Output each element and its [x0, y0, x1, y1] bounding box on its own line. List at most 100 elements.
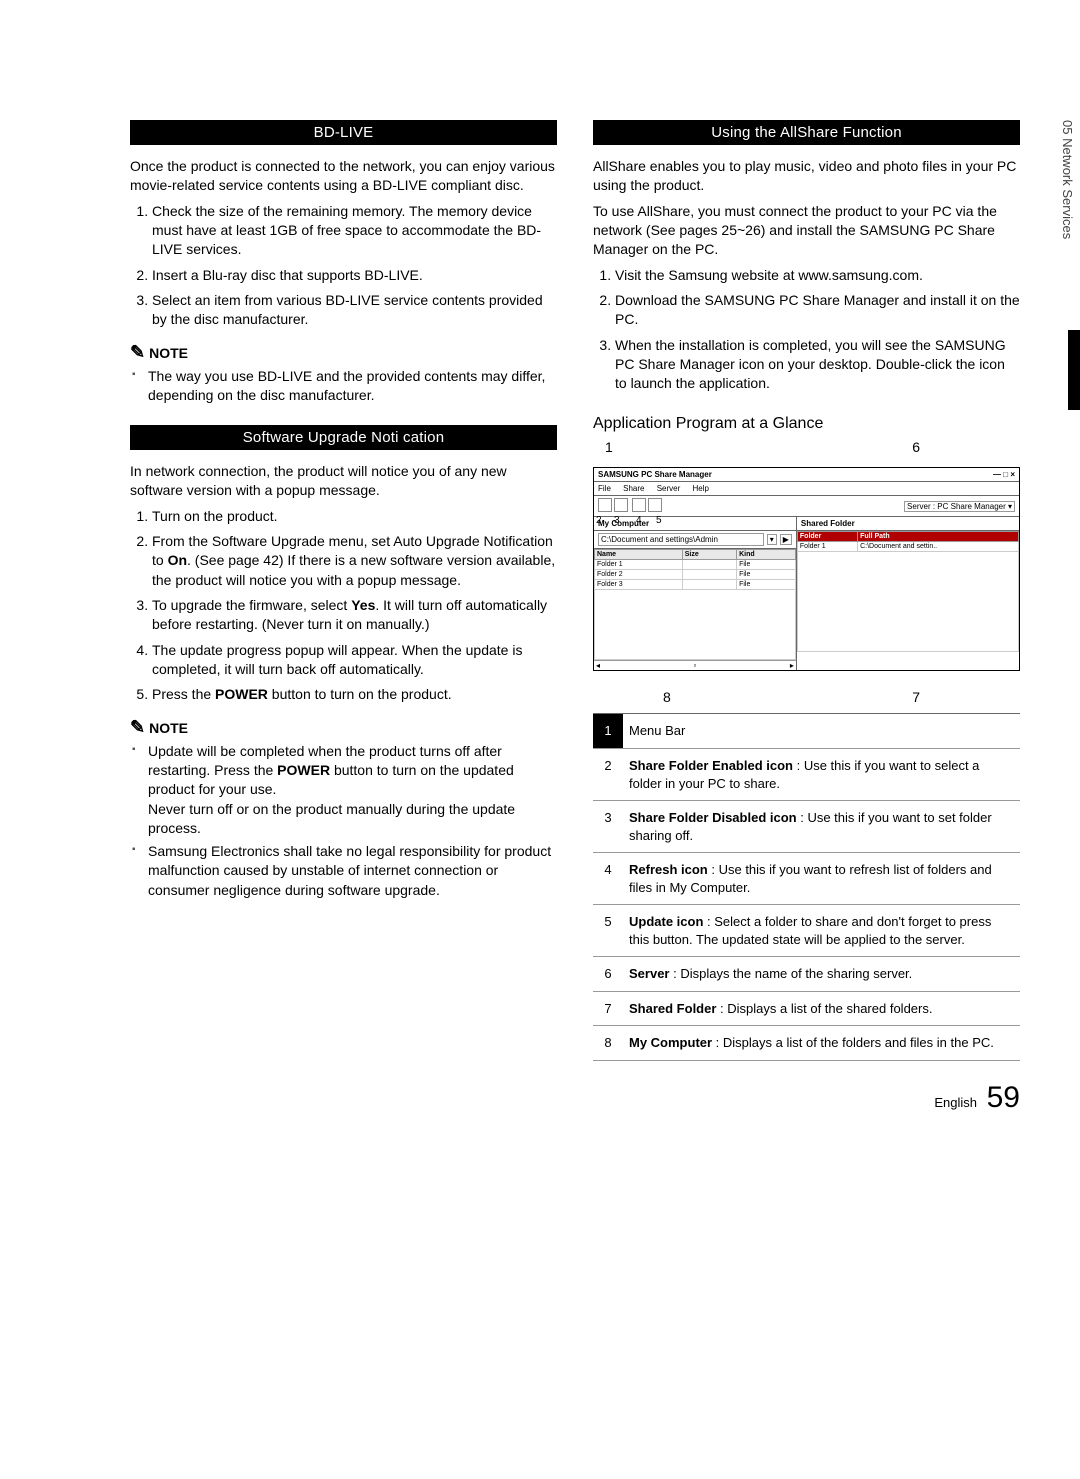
step: Turn on the product. — [152, 507, 557, 526]
desc-num: 3 — [593, 801, 623, 853]
allshare-setup: To use AllShare, you must connect the pr… — [593, 202, 1020, 260]
left-pane-title: My Computer — [594, 517, 796, 531]
software-intro: In network connection, the product will … — [130, 462, 557, 501]
desc-text: Share Folder Enabled icon : Use this if … — [623, 748, 1020, 800]
description-table: 1Menu Bar 2Share Folder Enabled icon : U… — [593, 713, 1020, 1061]
desc-row: 2Share Folder Enabled icon : Use this if… — [593, 748, 1020, 800]
app-window: SAMSUNG PC Share Manager — □ × File Shar… — [593, 467, 1020, 671]
app-diagram-wrap: 1 6 8 7 SAMSUNG PC Share Manager — □ × F… — [593, 441, 1020, 703]
bdlive-steps: Check the size of the remaining memory. … — [130, 202, 557, 330]
app-body: My Computer C:\Document and settings\Adm… — [594, 517, 1019, 670]
desc-num: 5 — [593, 905, 623, 957]
heading-software: Software Upgrade Noti cation — [130, 425, 557, 450]
bold-yes: Yes — [351, 597, 375, 613]
step: Check the size of the remaining memory. … — [152, 202, 557, 260]
col-folder: Folder — [797, 532, 857, 542]
note-heading: ✎NOTE — [130, 717, 557, 738]
callout-6: 6 — [912, 439, 920, 455]
note-list: The way you use BD-LIVE and the provided… — [130, 367, 557, 406]
side-tab: 05 Network Services — [1060, 120, 1075, 239]
app-toolbar: 2 3 4 5 Server : PC Share Manager ▾ — [594, 496, 1019, 517]
path-row: C:\Document and settings\Admin ▾ ▶ — [594, 531, 796, 549]
refresh-icon — [632, 498, 646, 512]
note-heading: ✎NOTE — [130, 342, 557, 363]
window-buttons: — □ × — [993, 470, 1015, 479]
page-footer: English 59 — [130, 1081, 1020, 1115]
menu-share: Share — [623, 484, 644, 493]
callout-8: 8 — [663, 689, 671, 705]
heading-allshare: Using the AllShare Function — [593, 120, 1020, 145]
step: When the installation is completed, you … — [615, 336, 1020, 394]
note-item: Update will be completed when the produc… — [148, 742, 557, 839]
two-column-layout: BD-LIVE Once the product is connected to… — [130, 100, 1020, 1061]
desc-row: 6Server : Displays the name of the shari… — [593, 957, 1020, 992]
desc-num: 2 — [593, 748, 623, 800]
note-icon: ✎ — [130, 342, 145, 362]
right-table: FolderFull Path Folder 1C:\Document and … — [797, 531, 1019, 652]
allshare-steps: Visit the Samsung website at www.samsung… — [593, 266, 1020, 394]
left-column: BD-LIVE Once the product is connected to… — [130, 100, 557, 1061]
callout-7: 7 — [912, 689, 920, 705]
note-icon: ✎ — [130, 717, 145, 737]
footer-lang: English — [934, 1095, 977, 1110]
left-table: NameSizeKind Folder 1File Folder 2File F… — [594, 549, 796, 660]
step: Press the POWER button to turn on the pr… — [152, 685, 557, 704]
desc-text: Refresh icon : Use this if you want to r… — [623, 853, 1020, 905]
step: To upgrade the firmware, select Yes. It … — [152, 596, 557, 635]
step: Select an item from various BD-LIVE serv… — [152, 291, 557, 330]
right-pane: Shared Folder FolderFull Path Folder 1C:… — [797, 517, 1019, 670]
dropdown-icon: ▾ — [767, 534, 777, 545]
sub-3: 3 — [614, 515, 620, 526]
software-steps: Turn on the product. From the Software U… — [130, 507, 557, 705]
server-label: Server : PC Share Manager ▾ — [904, 501, 1015, 512]
callout-1: 1 — [605, 439, 613, 455]
toolbar-icons — [598, 498, 664, 514]
desc-row: 4Refresh icon : Use this if you want to … — [593, 853, 1020, 905]
note-item: The way you use BD-LIVE and the provided… — [148, 367, 557, 406]
scrollbar: ◂▫▸ — [594, 660, 796, 670]
update-icon — [648, 498, 662, 512]
subheading-app: Application Program at a Glance — [593, 415, 1020, 433]
desc-text: Server : Displays the name of the sharin… — [623, 957, 1020, 992]
desc-num: 7 — [593, 991, 623, 1026]
side-black-tab — [1068, 330, 1080, 410]
desc-text: Shared Folder : Displays a list of the s… — [623, 991, 1020, 1026]
right-column: Using the AllShare Function AllShare ena… — [593, 100, 1020, 1061]
desc-text: My Computer : Displays a list of the fol… — [623, 1026, 1020, 1061]
sub-4: 4 — [636, 515, 642, 526]
bold-power: POWER — [277, 762, 330, 778]
app-menubar: File Share Server Help — [594, 482, 1019, 496]
desc-text: Share Folder Disabled icon : Use this if… — [623, 801, 1020, 853]
menu-file: File — [598, 484, 611, 493]
note-label: NOTE — [149, 345, 188, 361]
desc-row: 3Share Folder Disabled icon : Use this i… — [593, 801, 1020, 853]
desc-row: 1Menu Bar — [593, 714, 1020, 749]
col-fullpath: Full Path — [858, 532, 1019, 542]
col-kind: Kind — [737, 550, 796, 560]
right-pane-title: Shared Folder — [797, 517, 1019, 531]
desc-row: 8My Computer : Displays a list of the fo… — [593, 1026, 1020, 1061]
note-label: NOTE — [149, 720, 188, 736]
table-row: Folder 2File — [595, 570, 796, 580]
left-pane: My Computer C:\Document and settings\Adm… — [594, 517, 797, 670]
step: The update progress popup will appear. W… — [152, 641, 557, 680]
bdlive-intro: Once the product is connected to the net… — [130, 157, 557, 196]
desc-text: Update icon : Select a folder to share a… — [623, 905, 1020, 957]
col-size: Size — [682, 550, 736, 560]
desc-num: 1 — [593, 714, 623, 749]
sub-2: 2 — [596, 515, 602, 526]
menu-server: Server — [657, 484, 681, 493]
desc-num: 6 — [593, 957, 623, 992]
share-disabled-icon — [614, 498, 628, 512]
sub-5: 5 — [656, 515, 662, 526]
table-row: Folder 3File — [595, 580, 796, 590]
step: From the Software Upgrade menu, set Auto… — [152, 532, 557, 590]
desc-text: Menu Bar — [623, 714, 1020, 749]
path-text: C:\Document and settings\Admin — [598, 533, 764, 546]
step: Download the SAMSUNG PC Share Manager an… — [615, 291, 1020, 330]
menu-help: Help — [693, 484, 709, 493]
step: Insert a Blu-ray disc that supports BD-L… — [152, 266, 557, 285]
desc-num: 4 — [593, 853, 623, 905]
note-item: Samsung Electronics shall take no legal … — [148, 842, 557, 900]
app-title-text: SAMSUNG PC Share Manager — [598, 470, 712, 479]
